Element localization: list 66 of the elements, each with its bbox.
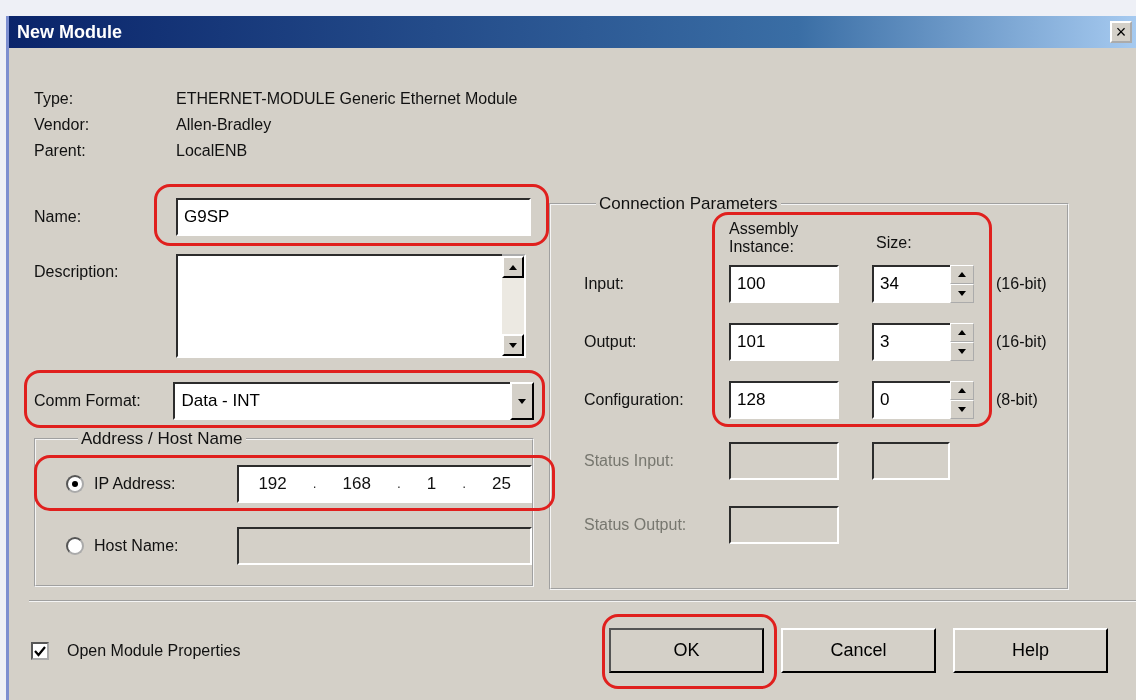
window-title: New Module <box>17 20 122 44</box>
size-field[interactable]: 0 <box>872 381 950 420</box>
size-field[interactable]: 3 <box>872 323 950 362</box>
caret-icon <box>518 398 527 404</box>
spinner[interactable] <box>950 265 974 304</box>
instance-field[interactable]: 100 <box>729 265 839 304</box>
group-title: Connection Parameters <box>598 195 779 212</box>
column-header: Size: <box>875 233 913 254</box>
field-label: Status Input: <box>584 451 675 472</box>
down-arrow-icon <box>958 407 966 413</box>
spin-down-button[interactable] <box>950 400 974 420</box>
field-label: Type: <box>34 89 75 109</box>
option-label[interactable]: IP Address: <box>84 472 238 496</box>
scroll-up-button[interactable] <box>502 256 524 278</box>
description-field[interactable] <box>176 254 502 358</box>
host-name-field[interactable] <box>237 527 532 565</box>
field-label: Comm Format: <box>34 391 142 411</box>
unit-label: (16-bit) <box>995 274 1048 295</box>
up-arrow-icon <box>509 264 517 270</box>
field-label: Output: <box>584 332 638 353</box>
option-label[interactable]: Host Name: <box>84 534 238 558</box>
ip-address-field[interactable]: 192 . 168 . 1 . 25 <box>237 465 532 503</box>
field-label: Status Output: <box>584 515 688 536</box>
spinner[interactable] <box>950 381 974 420</box>
down-arrow-icon <box>958 349 966 355</box>
up-arrow-icon <box>958 388 966 394</box>
instance-field[interactable]: 128 <box>729 381 839 420</box>
instance-field[interactable]: 101 <box>729 323 839 362</box>
comm-format-dropdown[interactable]: Data - INT <box>173 382 511 420</box>
scrollbar[interactable] <box>502 254 526 358</box>
ok-button[interactable]: OK <box>609 628 764 673</box>
field-value: Allen-Bradley <box>176 115 272 135</box>
radio-button[interactable] <box>66 475 84 493</box>
field-label: Parent: <box>34 141 87 161</box>
up-arrow-icon <box>958 330 966 336</box>
up-arrow-icon <box>958 272 966 278</box>
checkbox-label[interactable]: Open Module Properties <box>67 638 609 663</box>
dropdown-button[interactable] <box>510 382 534 420</box>
unit-label: (8-bit) <box>995 390 1039 411</box>
field-value: LocalENB <box>176 141 248 161</box>
field-label: Input: <box>584 274 626 295</box>
spin-up-button[interactable] <box>950 265 974 285</box>
dialog-button[interactable]: Help <box>953 628 1108 673</box>
checkbox[interactable] <box>31 641 49 660</box>
size-field[interactable]: 34 <box>872 265 950 304</box>
spin-down-button[interactable] <box>950 284 974 304</box>
close-button[interactable]: × <box>1110 21 1132 43</box>
radio-button[interactable] <box>66 537 84 555</box>
down-arrow-icon <box>509 342 517 348</box>
name-field[interactable]: G9SP <box>176 198 531 236</box>
field-label: Description: <box>34 262 120 282</box>
down-arrow-icon <box>958 291 966 297</box>
check-icon <box>34 644 46 657</box>
scroll-down-button[interactable] <box>502 334 524 356</box>
spin-up-button[interactable] <box>950 323 974 343</box>
field-label: Configuration: <box>584 390 685 411</box>
field-label: Vendor: <box>34 115 91 135</box>
field-label: Name: <box>34 207 83 227</box>
dialog-button[interactable]: Cancel <box>781 628 936 673</box>
column-header: Assembly Instance: <box>729 220 800 256</box>
unit-label: (16-bit) <box>995 332 1048 353</box>
spinner[interactable] <box>950 323 974 362</box>
spin-up-button[interactable] <box>950 381 974 401</box>
spin-down-button[interactable] <box>950 342 974 362</box>
field-value: ETHERNET-MODULE Generic Ethernet Module <box>176 89 518 109</box>
group-title: Address / Host Name <box>80 430 244 447</box>
